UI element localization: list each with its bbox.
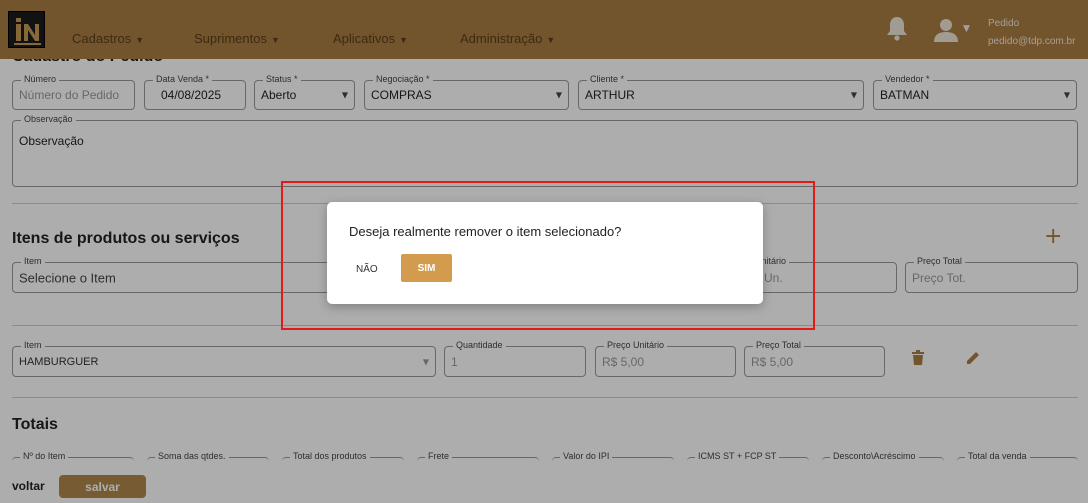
yes-button[interactable]: SIM [401,254,452,282]
confirm-remove-dialog: Deseja realmente remover o item selecion… [327,202,763,304]
no-button[interactable]: NÃO [356,255,378,283]
dialog-message: Deseja realmente remover o item selecion… [349,224,622,239]
